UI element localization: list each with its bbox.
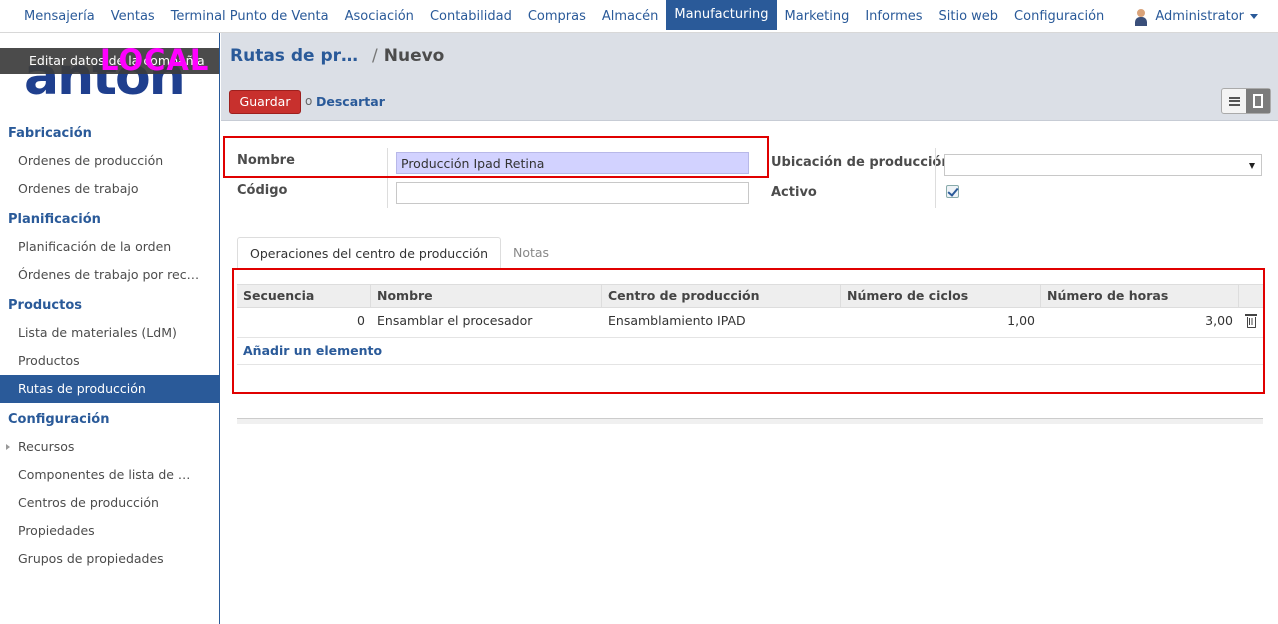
- dropdown-caret-icon: [1249, 163, 1255, 169]
- sidebar-item-ordenes-trabajo-recurso[interactable]: Órdenes de trabajo por rec…: [0, 261, 219, 289]
- menu-ventas[interactable]: Ventas: [103, 0, 163, 30]
- breadcrumb-parent-link[interactable]: Rutas de pr…: [230, 46, 358, 66]
- chatter-separator: [237, 418, 1263, 424]
- main-menu: Mensajería Ventas Terminal Punto de Vent…: [16, 0, 1112, 33]
- sidebar-item-productos[interactable]: Productos: [0, 347, 219, 375]
- breadcrumb-separator: /: [372, 46, 378, 66]
- user-menu[interactable]: Administrator: [1133, 0, 1258, 33]
- trash-icon: [1244, 314, 1257, 328]
- add-item-link[interactable]: Añadir un elemento: [243, 343, 382, 358]
- code-input[interactable]: [396, 182, 749, 204]
- menu-mensajeria[interactable]: Mensajería: [16, 0, 103, 30]
- notebook-tabs: Operaciones del centro de producción Not…: [237, 237, 1263, 270]
- menu-contabilidad[interactable]: Contabilidad: [422, 0, 520, 30]
- sidebar-item-componentes-lista[interactable]: Componentes de lista de …: [0, 461, 219, 489]
- menu-manufacturing[interactable]: Manufacturing: [666, 0, 777, 30]
- user-name: Administrator: [1155, 9, 1244, 24]
- top-menu-bar: Mensajería Ventas Terminal Punto de Vent…: [0, 0, 1278, 33]
- sidebar-item-propiedades[interactable]: Propiedades: [0, 517, 219, 545]
- operations-grid: Secuencia Nombre Centro de producción Nú…: [237, 284, 1263, 365]
- sidebar: anton Editar datos de la compañía LOCAL …: [0, 33, 220, 624]
- sidebar-item-rutas-produccion[interactable]: Rutas de producción: [0, 375, 219, 403]
- form-view-icon: [1253, 94, 1263, 108]
- delete-row-button[interactable]: [1239, 308, 1263, 337]
- location-label: Ubicación de producción: [771, 155, 951, 170]
- discard-link[interactable]: Descartar: [316, 94, 385, 109]
- section-planificacion: Planificación: [8, 212, 101, 227]
- active-checkbox[interactable]: [946, 185, 959, 198]
- section-productos: Productos: [8, 298, 83, 313]
- menu-sitio-web[interactable]: Sitio web: [931, 0, 1007, 30]
- column-header[interactable]: Número de ciclos: [841, 285, 1041, 307]
- local-badge: LOCAL: [100, 43, 210, 77]
- sidebar-item-grupos-propiedades[interactable]: Grupos de propiedades: [0, 545, 219, 573]
- list-view-button[interactable]: [1222, 89, 1246, 113]
- tab-notas[interactable]: Notas: [501, 237, 561, 270]
- cell-horas: 3,00: [1205, 313, 1233, 328]
- sidebar-item-centros-produccion[interactable]: Centros de producción: [0, 489, 219, 517]
- menu-configuracion[interactable]: Configuración: [1006, 0, 1112, 30]
- name-label: Nombre: [237, 153, 295, 168]
- column-header-actions: [1239, 285, 1263, 307]
- sidebar-item-ordenes-trabajo[interactable]: Ordenes de trabajo: [0, 175, 219, 203]
- name-input[interactable]: [396, 152, 749, 174]
- list-view-icon: [1228, 96, 1240, 106]
- section-configuracion: Configuración: [8, 412, 110, 427]
- label-divider-right: [935, 148, 936, 208]
- cell-nombre: Ensamblar el procesador: [377, 313, 533, 328]
- form-view-button[interactable]: [1246, 89, 1270, 113]
- active-label: Activo: [771, 185, 817, 200]
- menu-almacen[interactable]: Almacén: [594, 0, 667, 30]
- location-select[interactable]: [944, 154, 1262, 176]
- column-header[interactable]: Número de horas: [1041, 285, 1239, 307]
- menu-compras[interactable]: Compras: [520, 0, 594, 30]
- or-separator: o: [305, 94, 313, 108]
- column-header[interactable]: Nombre: [371, 285, 602, 307]
- menu-terminal-pos[interactable]: Terminal Punto de Venta: [163, 0, 337, 30]
- column-header[interactable]: Centro de producción: [602, 285, 841, 307]
- grid-header: Secuencia Nombre Centro de producción Nú…: [237, 284, 1263, 308]
- menu-asociacion[interactable]: Asociación: [337, 0, 422, 30]
- user-avatar-icon: [1133, 8, 1149, 26]
- menu-marketing[interactable]: Marketing: [777, 0, 858, 30]
- save-button[interactable]: Guardar: [229, 90, 301, 114]
- form-sheet: Nombre Código Ubicación de producción Ac…: [221, 122, 1278, 624]
- sidebar-item-label: Recursos: [18, 439, 75, 454]
- caret-down-icon: [1250, 14, 1258, 19]
- code-label: Código: [237, 183, 288, 198]
- expand-arrow-icon: [6, 444, 10, 450]
- cell-ciclos: 1,00: [1007, 313, 1035, 328]
- sidebar-item-planificacion-orden[interactable]: Planificación de la orden: [0, 233, 219, 261]
- menu-informes[interactable]: Informes: [857, 0, 930, 30]
- company-logo-area: anton Editar datos de la compañía LOCAL: [0, 33, 219, 113]
- sidebar-item-lista-materiales[interactable]: Lista de materiales (LdM): [0, 319, 219, 347]
- section-fabricacion: Fabricación: [8, 126, 92, 141]
- add-line-row: Añadir un elemento: [237, 338, 1263, 365]
- breadcrumb-current: Nuevo: [383, 46, 445, 66]
- tab-operaciones[interactable]: Operaciones del centro de producción: [237, 237, 501, 270]
- cell-centro: Ensamblamiento IPAD: [608, 313, 746, 328]
- control-panel: Rutas de pr… / Nuevo Guardar o Descartar: [221, 33, 1278, 121]
- label-divider: [387, 148, 388, 208]
- sidebar-item-ordenes-produccion[interactable]: Ordenes de producción: [0, 147, 219, 175]
- table-row[interactable]: 0 Ensamblar el procesador Ensamblamiento…: [237, 308, 1263, 338]
- cell-secuencia: 0: [357, 313, 365, 328]
- column-header[interactable]: Secuencia: [237, 285, 371, 307]
- view-switcher: [1221, 88, 1271, 114]
- sidebar-item-recursos[interactable]: Recursos: [0, 433, 219, 461]
- breadcrumb: Rutas de pr… / Nuevo: [230, 46, 444, 66]
